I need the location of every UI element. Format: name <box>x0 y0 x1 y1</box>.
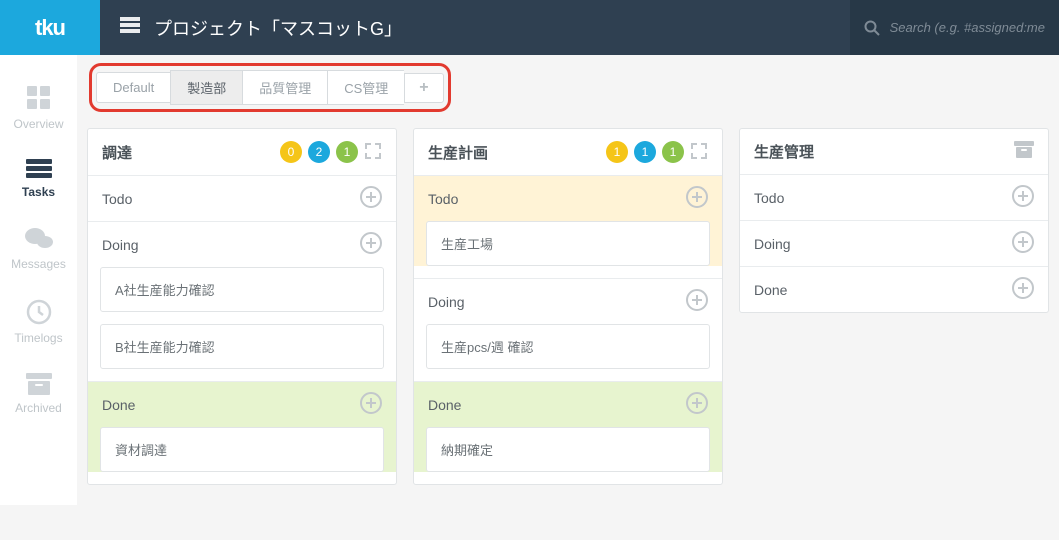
add-icon[interactable] <box>1012 185 1034 210</box>
archive-icon <box>26 373 52 395</box>
stage-head: Done <box>88 382 396 427</box>
board-head: 生産管理 <box>740 129 1048 174</box>
stage-head: Doing <box>740 221 1048 266</box>
add-icon[interactable] <box>360 232 382 257</box>
add-icon[interactable] <box>360 186 382 211</box>
board-title: 生産管理 <box>754 141 814 162</box>
stage-name: Done <box>428 397 461 413</box>
task-card[interactable]: 資材調達 <box>100 427 384 472</box>
expand-icon[interactable] <box>690 142 708 163</box>
boards: 調達 021 Todo Doing A社生産能力確認B社生産能力確認 Done <box>77 122 1059 505</box>
sidebar-item-label: Overview <box>13 117 63 131</box>
stage: Doing 生産pcs/週 確認 <box>414 278 722 369</box>
logo[interactable]: tku <box>0 0 100 55</box>
messages-icon <box>25 227 53 251</box>
stage: Todo <box>88 175 396 221</box>
add-icon[interactable] <box>1012 231 1034 256</box>
count-badge: 0 <box>280 141 302 163</box>
board: 生産計画 111 Todo 生産工場 Doing 生産pcs/週 確認 Done <box>413 128 723 485</box>
search-placeholder: Search (e.g. #assigned:me <box>890 20 1045 35</box>
count-badge: 1 <box>634 141 656 163</box>
stage-name: Done <box>754 282 787 298</box>
sidebar-item-label: Archived <box>15 401 62 415</box>
project-title: プロジェクト「マスコットG」 <box>154 15 402 41</box>
task-card[interactable]: 生産pcs/週 確認 <box>426 324 710 369</box>
board-head-right: 021 <box>280 141 382 163</box>
stage-name: Todo <box>102 191 132 207</box>
clock-icon <box>26 299 52 325</box>
stage-name: Doing <box>754 236 791 252</box>
tab-quality[interactable]: 品質管理 <box>242 70 327 105</box>
sidebar-item-archived[interactable]: Archived <box>0 361 77 431</box>
count-badge: 1 <box>662 141 684 163</box>
expand-icon[interactable] <box>364 142 382 163</box>
tab-cs[interactable]: CS管理 <box>327 70 404 105</box>
sidebar-item-label: Timelogs <box>14 331 62 345</box>
content: Default 製造部 品質管理 CS管理 + 調達 021 Todo Doin… <box>77 55 1059 505</box>
add-icon[interactable] <box>360 392 382 417</box>
sidebar-item-timelogs[interactable]: Timelogs <box>0 287 77 361</box>
tasks-icon <box>26 159 52 179</box>
stage-head: Doing <box>88 222 396 267</box>
board-head-right: 111 <box>606 141 708 163</box>
sidebar-item-overview[interactable]: Overview <box>0 73 77 147</box>
stage: Done 資材調達 <box>88 381 396 472</box>
stage-name: Doing <box>102 237 139 253</box>
archive-board-icon[interactable] <box>1014 141 1034 162</box>
search-input[interactable]: Search (e.g. #assigned:me <box>850 0 1059 55</box>
sidebar: Overview Tasks Messages Timelogs Archive… <box>0 55 77 505</box>
stage-name: Done <box>102 397 135 413</box>
logo-text: tku <box>35 15 65 41</box>
count-badge: 1 <box>336 141 358 163</box>
board-head: 調達 021 <box>88 129 396 175</box>
task-card[interactable]: B社生産能力確認 <box>100 324 384 369</box>
board-head-right <box>1014 141 1034 162</box>
tabs: Default 製造部 品質管理 CS管理 + <box>89 63 451 112</box>
stage: Doing <box>740 220 1048 266</box>
stage-head: Todo <box>88 176 396 221</box>
stage-name: Doing <box>428 294 465 310</box>
task-card[interactable]: 生産工場 <box>426 221 710 266</box>
task-card[interactable]: 納期確定 <box>426 427 710 472</box>
add-icon[interactable] <box>1012 277 1034 302</box>
add-icon[interactable] <box>686 392 708 417</box>
sidebar-item-messages[interactable]: Messages <box>0 215 77 287</box>
tab-seizoubu[interactable]: 製造部 <box>170 70 242 105</box>
sidebar-item-tasks[interactable]: Tasks <box>0 147 77 215</box>
stage-head: Todo <box>740 175 1048 220</box>
add-icon[interactable] <box>686 186 708 211</box>
board: 調達 021 Todo Doing A社生産能力確認 B社生産能力確認 Done <box>87 128 397 485</box>
board-title: 生産計画 <box>428 142 488 163</box>
project-title-wrap: プロジェクト「マスコットG」 <box>100 15 850 41</box>
task-card[interactable]: A社生産能力確認 <box>100 267 384 312</box>
board-title: 調達 <box>102 142 132 163</box>
stage: Done <box>740 266 1048 312</box>
tab-add[interactable]: + <box>404 73 443 103</box>
sidebar-item-label: Tasks <box>22 185 55 199</box>
search-icon <box>864 20 880 36</box>
stage: Done 納期確定 <box>414 381 722 472</box>
stage-head: Doing <box>414 279 722 324</box>
stage: Doing A社生産能力確認 B社生産能力確認 <box>88 221 396 369</box>
tab-default[interactable]: Default <box>96 72 170 103</box>
stage-head: Done <box>740 267 1048 312</box>
stage-head: Todo <box>414 176 722 221</box>
stage-head: Done <box>414 382 722 427</box>
topbar: tku プロジェクト「マスコットG」 Search (e.g. #assigne… <box>0 0 1059 55</box>
count-badge: 2 <box>308 141 330 163</box>
stage-name: Todo <box>428 191 458 207</box>
stage: Todo 生産工場 <box>414 175 722 266</box>
count-badge: 1 <box>606 141 628 163</box>
add-icon[interactable] <box>686 289 708 314</box>
sidebar-item-label: Messages <box>11 257 66 271</box>
bars-icon <box>120 17 140 38</box>
board-head: 生産計画 111 <box>414 129 722 175</box>
stage: Todo <box>740 174 1048 220</box>
grid-icon <box>26 85 52 111</box>
stage-name: Todo <box>754 190 784 206</box>
board: 生産管理 Todo Doing Done <box>739 128 1049 313</box>
